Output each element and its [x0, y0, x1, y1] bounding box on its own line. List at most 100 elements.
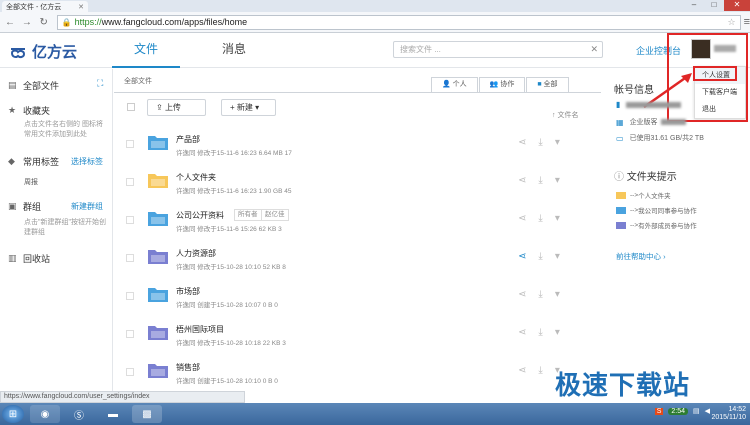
nav-tab-messages[interactable]: 消息	[200, 33, 268, 68]
tab-divider	[114, 92, 601, 93]
download-icon[interactable]: ⤓	[538, 365, 542, 376]
chevron-down-icon[interactable]: ▾	[555, 327, 560, 338]
browser-tab[interactable]: 全部文件 - 亿方云 ✕	[2, 1, 88, 12]
chevron-down-icon[interactable]: ▾	[555, 175, 560, 186]
chevron-down-icon[interactable]: ▾	[555, 137, 560, 148]
row-checkbox[interactable]	[126, 254, 134, 262]
sidebar-item-groups[interactable]: ▣ 群组	[8, 200, 41, 213]
row-checkbox[interactable]	[126, 292, 134, 300]
file-name[interactable]: 市场部	[176, 286, 200, 297]
share-icon[interactable]: ⋖	[518, 327, 526, 338]
clear-search-icon[interactable]: ✕	[590, 42, 598, 57]
new-button[interactable]: + 新建 ▾	[221, 99, 276, 116]
sogou-taskbar-icon[interactable]: Ⓢ	[64, 405, 94, 423]
file-name[interactable]: 产品部	[176, 134, 200, 145]
volume-icon[interactable]: ◀	[705, 407, 710, 415]
bookmark-star-icon[interactable]: ☆	[728, 17, 736, 28]
legend-label: 我公司同事参与协作	[638, 208, 697, 215]
tree-view-icon[interactable]: ⛶	[97, 78, 103, 89]
forward-icon[interactable]: →	[20, 17, 34, 28]
sidebar-item-favorites[interactable]: ★ 收藏夹	[8, 104, 50, 117]
table-row[interactable]: 个人文件夹 许逸同 修改于15-11-6 16:23 1.90 GB 45 ⋖ ⤓ ▾	[114, 163, 601, 201]
tray-s-icon[interactable]: S	[654, 407, 664, 415]
download-icon[interactable]: ⤓	[538, 175, 542, 186]
share-icon[interactable]: ⋖	[518, 137, 526, 148]
download-icon[interactable]: ⤓	[538, 213, 542, 224]
sidebar-item-all-files[interactable]: ▤ 全部文件	[8, 79, 59, 92]
file-name[interactable]: 销售部	[176, 362, 200, 373]
sidebar-item-recycle[interactable]: ▥ 回收站	[8, 252, 50, 265]
explorer-taskbar-icon[interactable]: ▬	[98, 405, 128, 423]
table-row[interactable]: 市场部 许逸同 创建于15-10-28 10:07 0 B 0 ⋖ ⤓ ▾	[114, 277, 601, 315]
table-row[interactable]: 梧州国际项目许逸同 修改于15-10-28 10:18 22 KB 3 ⋖ ⤓ ▾	[114, 315, 601, 353]
tag-item-weekly[interactable]: 周报	[24, 177, 38, 187]
upload-button[interactable]: ⇪ 上传	[147, 99, 206, 116]
browser-menu-icon[interactable]: ≡	[744, 16, 750, 28]
file-name[interactable]: 梧州国际项目	[176, 324, 224, 335]
tab-personal[interactable]: 👤 个人	[431, 77, 478, 92]
quota-line: ▭ 已使用31.61 GB/共2 TB	[616, 133, 704, 143]
share-icon[interactable]: ⋖	[518, 365, 526, 376]
file-name[interactable]: 个人文件夹	[176, 172, 216, 183]
help-link-text: 前往帮助中心	[616, 252, 661, 261]
table-row[interactable]: 人力资源部 许逸同 修改于15-10-28 10:10 52 KB 8 ⋖ ⤓ ▾	[114, 239, 601, 277]
upload-label: 上传	[164, 103, 181, 112]
url-input[interactable]: 🔒 https:// www.fangcloud.com/apps/files/…	[56, 14, 741, 30]
row-checkbox[interactable]	[126, 330, 134, 338]
download-icon[interactable]: ⤓	[538, 327, 542, 338]
chevron-down-icon[interactable]: ▾	[555, 213, 560, 224]
select-tags-link[interactable]: 选择标签	[71, 156, 103, 167]
download-icon[interactable]: ⤓	[538, 251, 542, 262]
new-group-link[interactable]: 新建群组	[71, 201, 103, 212]
share-icon[interactable]: ⋖	[518, 251, 526, 262]
breadcrumb[interactable]: 全部文件	[124, 76, 152, 86]
share-icon[interactable]: ⋖	[518, 175, 526, 186]
nav-tab-files[interactable]: 文件	[112, 33, 180, 68]
download-icon[interactable]: ⤓	[538, 137, 542, 148]
search-input[interactable]: 搜索文件 ... ✕	[393, 41, 603, 58]
url-text: www.fangcloud.com/apps/files/home	[101, 17, 248, 27]
sidebar-item-label: 常用标签	[23, 157, 60, 167]
tab-collab[interactable]: 👥 协作	[478, 77, 526, 92]
row-checkbox[interactable]	[126, 368, 134, 376]
close-tab-icon[interactable]: ✕	[78, 3, 84, 11]
clock[interactable]: 14:52 2015/11/10	[711, 406, 746, 422]
group-icon: ▣	[8, 201, 17, 211]
file-name[interactable]: 人力资源部	[176, 248, 216, 259]
maximize-icon[interactable]: □	[704, 0, 724, 11]
close-window-icon[interactable]: ✕	[724, 0, 750, 11]
sort-by-name[interactable]: ↑ 文件名	[552, 110, 578, 120]
row-checkbox[interactable]	[126, 140, 134, 148]
row-checkbox[interactable]	[126, 216, 134, 224]
tray-badge[interactable]: 2:54	[668, 407, 688, 415]
chrome-taskbar-icon[interactable]: ◉	[30, 405, 60, 423]
minimize-icon[interactable]: –	[684, 0, 704, 11]
file-name[interactable]: 公司公开资料	[176, 210, 224, 221]
sidebar-item-common-tags[interactable]: ◆ 常用标签	[8, 155, 59, 168]
share-icon[interactable]: ⋖	[518, 289, 526, 300]
help-center-link[interactable]: 前往帮助中心 ›	[616, 251, 666, 262]
network-icon[interactable]: ▤	[693, 407, 700, 415]
select-all-checkbox[interactable]	[127, 103, 135, 111]
download-icon[interactable]: ⤓	[538, 289, 542, 300]
logo[interactable]: 亿方云	[8, 41, 77, 62]
tab-all[interactable]: ■ 全部	[526, 77, 569, 92]
start-button[interactable]: ⊞	[2, 405, 24, 423]
fangcloud-taskbar-icon[interactable]: ▩	[132, 405, 162, 423]
status-url: https://www.fangcloud.com/user_settings/…	[0, 391, 245, 403]
account-name-blurred	[626, 101, 682, 108]
chevron-down-icon[interactable]: ▾	[555, 289, 560, 300]
reload-icon[interactable]: ↻	[37, 17, 51, 28]
table-row[interactable]: 产品部 许逸同 修改于15-11-6 16:23 6.64 MB 17 ⋖ ⤓ ▾	[114, 125, 601, 163]
table-row[interactable]: 公司公开资料 许逸同 修改于15-11-6 15:26 62 KB 3 ⋖ ⤓ ▾ 所有者…	[114, 201, 601, 239]
share-icon[interactable]: ⋖	[518, 213, 526, 224]
legend-label: 有外部成员参与协作	[638, 223, 697, 230]
table-row[interactable]: 销售部 许逸同 创建于15-10-28 10:10 0 B 0 ⋖ ⤓ ▾	[114, 353, 601, 391]
folder-icon	[148, 174, 168, 188]
back-icon[interactable]: ←	[3, 17, 17, 28]
chevron-down-icon[interactable]: ▾	[555, 251, 560, 262]
file-meta: 许逸同 修改于15-10-28 10:18 22 KB 3	[176, 340, 286, 347]
info-panel: 帐号信息 ▮ ▦ 企业版客 ▭ 已使用31.61 GB/共2 TB ⓘ 文件夹提示 …	[605, 69, 750, 394]
row-checkbox[interactable]	[126, 178, 134, 186]
view-tabs: 👤 个人 👥 协作 ■ 全部	[430, 77, 569, 92]
